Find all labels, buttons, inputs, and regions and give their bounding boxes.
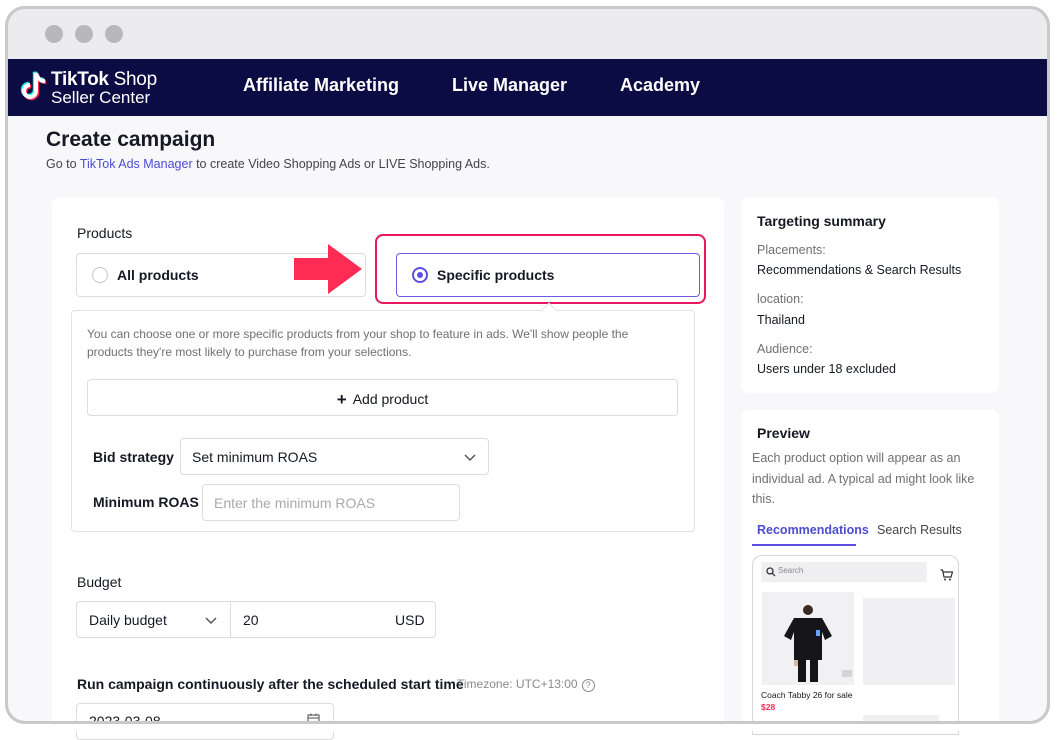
tiktok-ads-manager-link[interactable]: TikTok Ads Manager [80, 157, 193, 171]
budget-amount-input[interactable]: 20 USD [230, 601, 436, 638]
page-title: Create campaign [46, 128, 216, 151]
budget-type-select[interactable]: Daily budget [76, 601, 231, 638]
top-navigation: TikTok Shop Seller Center Affiliate Mark… [8, 59, 1047, 116]
location-key: location: [757, 292, 804, 306]
budget-type-value: Daily budget [89, 612, 167, 628]
bid-strategy-value: Set minimum ROAS [192, 449, 318, 465]
budget-label: Budget [77, 574, 122, 590]
bid-strategy-select[interactable]: Set minimum ROAS [180, 438, 489, 475]
window-minimize-dot[interactable] [75, 25, 93, 43]
preview-description: Each product option will appear as an in… [752, 451, 975, 506]
placements-key: Placements: [757, 243, 826, 257]
window-bottom-mask [0, 724, 1057, 731]
tiktok-logo-icon[interactable] [18, 67, 54, 105]
nav-live-manager[interactable]: Live Manager [452, 75, 567, 96]
add-product-label: Add product [352, 391, 429, 407]
nav-affiliate-marketing[interactable]: Affiliate Marketing [243, 75, 399, 96]
specific-products-description: You can choose one or more specific prod… [87, 327, 629, 359]
location-value: Thailand [757, 313, 805, 327]
tab-recommendations[interactable]: Recommendations [757, 523, 869, 537]
window-chrome [8, 9, 1047, 59]
minimum-roas-input-wrap [202, 484, 460, 521]
window-close-dot[interactable] [45, 25, 63, 43]
budget-currency: USD [395, 612, 425, 628]
search-icon [766, 567, 776, 577]
mock-product-tile [863, 715, 939, 723]
minimum-roas-input[interactable] [203, 485, 459, 520]
product-shirt-image [784, 605, 832, 682]
audience-key: Audience: [757, 342, 813, 356]
cart-icon [940, 569, 953, 581]
plus-icon: + [336, 390, 347, 409]
help-icon[interactable]: ? [581, 679, 595, 692]
image-badge [842, 670, 852, 677]
highlight-box [375, 234, 706, 304]
radio-all-products[interactable] [92, 267, 108, 283]
products-section-label: Products [77, 225, 133, 241]
active-tab-underline [752, 544, 856, 546]
audience-value: Users under 18 excluded [757, 362, 896, 376]
schedule-label: Run campaign continuously after the sche… [77, 676, 464, 692]
mock-product-price: $28 [761, 702, 776, 712]
window-maximize-dot[interactable] [105, 25, 123, 43]
mock-product-name: Coach Tabby 26 for sale [761, 690, 853, 700]
chevron-down-icon [205, 617, 217, 625]
page-subtitle: Go to TikTok Ads Manager to create Video… [46, 157, 490, 171]
add-product-button[interactable]: + Add product [87, 379, 678, 416]
placements-value: Recommendations & Search Results [757, 263, 962, 277]
tab-search-results[interactable]: Search Results [877, 523, 962, 537]
chevron-down-icon [464, 454, 476, 462]
minimum-roas-label: Minimum ROAS [93, 494, 199, 510]
arrow-right-icon [294, 244, 362, 294]
brand-subtitle: Seller Center [51, 88, 151, 107]
option-all-products-label: All products [117, 267, 199, 283]
mock-search-placeholder: Search [778, 566, 804, 575]
bid-strategy-label: Bid strategy [93, 449, 174, 465]
preview-title: Preview [757, 425, 810, 441]
start-date-input[interactable]: 2023-03-08 [76, 703, 334, 740]
nav-academy[interactable]: Academy [620, 75, 700, 96]
timezone-note: Timezone: UTC+13:00? [457, 677, 595, 692]
targeting-summary-title: Targeting summary [757, 213, 886, 229]
mock-product-tile [863, 598, 955, 685]
mock-product-image [762, 592, 854, 685]
budget-amount-value: 20 [243, 612, 259, 628]
